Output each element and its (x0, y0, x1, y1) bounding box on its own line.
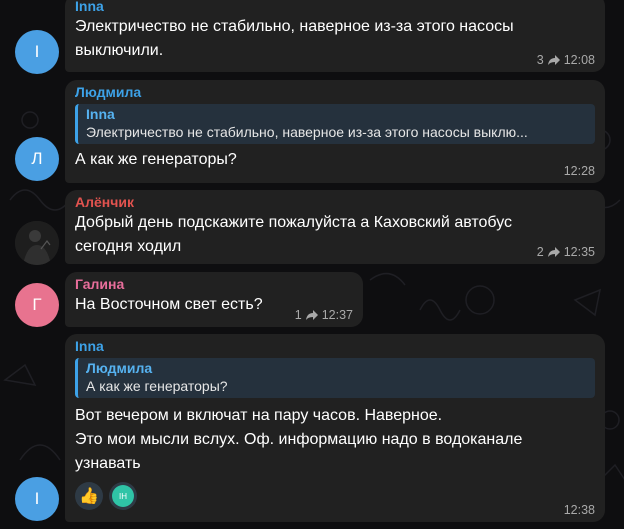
message-text-line: А как же генераторы? (75, 151, 237, 168)
message-meta: 12:28 (564, 164, 595, 178)
message-text-line: выключили. (75, 42, 164, 59)
thumbs-up-icon: 👍 (79, 488, 99, 505)
reply-text: Электричество не стабильно, наверное из-… (86, 124, 528, 140)
reply-quote[interactable]: Людмила А как же генераторы? (75, 358, 595, 398)
message-time: 12:35 (563, 245, 595, 259)
message-bubble[interactable]: Людмила Inna Электричество не стабильно,… (65, 80, 605, 183)
reply-quote[interactable]: Inna Электричество не стабильно, наверно… (75, 104, 595, 144)
message-text-line: узнавать (75, 455, 141, 472)
avatar-letter: Г (32, 295, 42, 314)
reaction-avatar[interactable]: IH (109, 482, 137, 510)
message-time: 12:37 (321, 308, 353, 322)
avatar-inna[interactable]: I (15, 30, 59, 74)
avatar-alyonchik[interactable] (15, 221, 59, 265)
reaction-thumbs-up[interactable]: 👍 (75, 482, 103, 510)
reactor-initials: IH (119, 491, 127, 501)
sender-name: Алёнчик (75, 194, 134, 210)
reactions-row: 👍 IH (75, 482, 595, 510)
forward-icon (547, 55, 560, 65)
forward-icon (305, 310, 318, 320)
sender-name: Inna (75, 0, 104, 14)
forward-count: 3 (536, 53, 544, 67)
sender-name: Галина (75, 276, 125, 292)
reply-sender: Inna (86, 106, 115, 122)
avatar-letter: Л (31, 149, 43, 168)
message-time: 12:08 (563, 53, 595, 67)
avatar-inna[interactable]: I (15, 477, 59, 521)
message-text-line: Вот вечером и включат на пару часов. Нав… (75, 407, 443, 424)
message-meta: 2 12:35 (537, 245, 595, 259)
forward-icon (547, 247, 560, 257)
avatar-letter: I (34, 489, 40, 508)
message-text-line: Это мои мысли вслух. Оф. информацию надо… (75, 431, 523, 448)
sender-name: Inna (75, 338, 104, 354)
message-text-line: сегодня ходил (75, 238, 182, 255)
message-bubble[interactable]: Inna Электричество не стабильно, наверно… (65, 0, 605, 72)
message-meta: 12:38 (564, 503, 595, 517)
sender-name: Людмила (75, 84, 142, 100)
avatar-letter: I (34, 42, 40, 61)
message-meta: 3 12:08 (537, 53, 595, 67)
forward-count: 2 (536, 245, 544, 259)
reactor-avatar-icon: IH (112, 485, 134, 507)
forward-count: 1 (294, 308, 302, 322)
reply-sender: Людмила (86, 360, 153, 376)
message-time: 12:28 (563, 164, 595, 178)
profile-photo (15, 221, 59, 265)
message-time: 12:38 (563, 503, 595, 517)
message-meta: 1 12:37 (295, 308, 353, 322)
reply-text: А как же генераторы? (86, 378, 228, 394)
message-text-line: Добрый день подскажите пожалуйста а Кахо… (75, 214, 513, 231)
avatar-galina[interactable]: Г (15, 283, 59, 327)
message-text-line: Электричество не стабильно, наверное из-… (75, 18, 514, 35)
message-bubble[interactable]: Галина На Восточном свет есть? 1 12:37 (65, 272, 363, 327)
message-bubble[interactable]: Алёнчик Добрый день подскажите пожалуйст… (65, 190, 605, 264)
message-bubble[interactable]: Inna Людмила А как же генераторы? Вот ве… (65, 334, 605, 522)
avatar-lyudmila[interactable]: Л (15, 137, 59, 181)
